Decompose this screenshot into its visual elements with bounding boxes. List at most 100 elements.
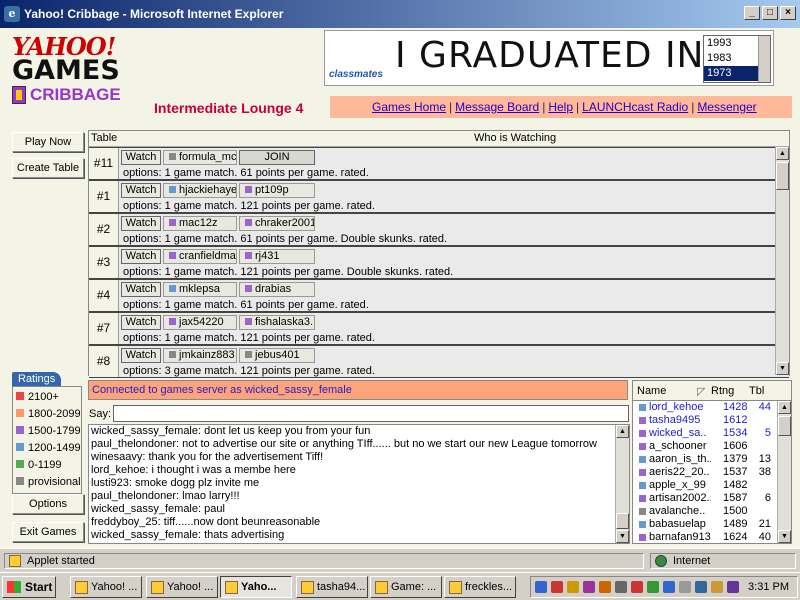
tray-icon[interactable] <box>711 581 723 593</box>
player-row[interactable]: wicked_sa.. 1534 5 <box>633 427 791 440</box>
chat-scrollbar[interactable]: ▲ ▼ <box>615 425 629 543</box>
player-row[interactable]: babasuelap 1489 21 <box>633 518 791 531</box>
table-list-scrollbar[interactable]: ▲ ▼ <box>775 147 789 375</box>
player-row[interactable]: aeris22_20.. 1537 38 <box>633 466 791 479</box>
player-seat[interactable]: jebus401 <box>239 348 315 363</box>
player-row[interactable]: barnafan913 1624 40 <box>633 531 791 543</box>
nav-messenger[interactable]: Messenger <box>697 100 756 114</box>
table-row[interactable]: #7 Watch jax54220 fishalaska3.. options: 1 g… <box>89 312 789 345</box>
player-row[interactable]: avalanche.. 1500 <box>633 505 791 518</box>
rating-color-icon <box>169 218 176 226</box>
window-title-bar[interactable]: e Yahoo! Cribbage - Microsoft Internet E… <box>0 0 800 28</box>
play-now-button[interactable]: Play Now <box>12 132 84 152</box>
watch-button[interactable]: Watch <box>121 150 161 165</box>
scroll-down-arrow-icon[interactable]: ▼ <box>778 530 791 543</box>
player-name: barnafan913 <box>649 531 711 543</box>
tray-icon[interactable] <box>599 581 611 593</box>
create-table-button[interactable]: Create Table <box>12 158 84 178</box>
player-seat[interactable]: chraker2001 <box>239 216 315 231</box>
join-button[interactable]: JOIN <box>239 150 315 165</box>
table-row[interactable]: #4 Watch mklepsa drabias options: 1 game mat… <box>89 279 789 312</box>
lounge-title: Intermediate Lounge 4 <box>154 100 304 116</box>
nav-help[interactable]: Help <box>548 100 573 114</box>
taskbar-button[interactable]: Yahoo! ... <box>146 576 218 598</box>
player-seat[interactable]: jax54220 <box>163 315 237 330</box>
yahoo-games-logo[interactable]: YAHOO! GAMES CRIBBAGE <box>12 32 142 112</box>
player-row[interactable]: lord_kehoe 1428 44 <box>633 401 791 414</box>
player-row[interactable]: aaron_is_th.. 1379 13 <box>633 453 791 466</box>
header-table[interactable]: Tbl <box>749 385 764 397</box>
say-input[interactable] <box>113 405 629 422</box>
nav-message-board[interactable]: Message Board <box>455 100 539 114</box>
tray-icon[interactable] <box>663 581 675 593</box>
graduation-year-list[interactable]: 1993 1983 1973 <box>703 35 771 83</box>
table-row[interactable]: #8 Watch jmkainz883 jebus401 options: 3 game… <box>89 345 789 378</box>
table-row[interactable]: #11 Watch formula_mc JOIN options: 1 game ma… <box>89 147 789 180</box>
start-button[interactable]: Start <box>2 576 56 598</box>
player-rating: 1482 <box>723 479 748 491</box>
scroll-up-arrow-icon[interactable]: ▲ <box>616 425 629 438</box>
classmates-banner-ad[interactable]: classmates I GRADUATED IN: 1993 1983 197… <box>324 30 774 86</box>
year-list-scrollbar[interactable] <box>758 36 770 82</box>
player-list-scrollbar[interactable]: ▲ ▼ <box>777 401 791 543</box>
tray-icon[interactable] <box>727 581 739 593</box>
player-seat[interactable]: mac12z <box>163 216 237 231</box>
table-row[interactable]: #1 Watch hjackiehayes pt109p options: 1 game… <box>89 180 789 213</box>
player-seat[interactable]: rj431 <box>239 249 315 264</box>
table-row[interactable]: #3 Watch cranfieldma.. rj431 options: 1 game… <box>89 246 789 279</box>
scroll-thumb[interactable] <box>776 162 789 190</box>
minimize-button[interactable]: _ <box>744 6 760 20</box>
player-seat[interactable]: hjackiehayes <box>163 183 237 198</box>
scroll-up-arrow-icon[interactable]: ▲ <box>778 401 791 414</box>
speaker-icon[interactable] <box>615 581 627 593</box>
player-seat[interactable]: formula_mc <box>163 150 237 165</box>
player-seat[interactable]: cranfieldma.. <box>163 249 237 264</box>
taskbar-button[interactable]: freckles... <box>444 576 516 598</box>
nav-launchcast-radio[interactable]: LAUNCHcast Radio <box>582 100 688 114</box>
tray-icon[interactable] <box>695 581 707 593</box>
exit-games-button[interactable]: Exit Games <box>12 522 84 542</box>
tray-icon[interactable] <box>535 581 547 593</box>
close-button[interactable]: × <box>780 6 796 20</box>
scroll-down-arrow-icon[interactable]: ▼ <box>776 362 789 375</box>
player-row[interactable]: a_schooner 1606 <box>633 440 791 453</box>
maximize-button[interactable]: □ <box>762 6 778 20</box>
taskbar-button[interactable]: Yaho... <box>220 576 292 598</box>
watch-button[interactable]: Watch <box>121 183 161 198</box>
taskbar-button[interactable]: Yahoo! ... <box>70 576 142 598</box>
watch-button[interactable]: Watch <box>121 216 161 231</box>
tray-icon[interactable] <box>631 581 643 593</box>
scroll-down-arrow-icon[interactable]: ▼ <box>616 530 629 543</box>
player-seat[interactable]: pt109p <box>239 183 315 198</box>
player-seat[interactable]: jmkainz883 <box>163 348 237 363</box>
rating-swatch-icon <box>16 443 24 452</box>
scroll-thumb[interactable] <box>616 513 629 529</box>
header-name[interactable]: Name <box>637 385 666 397</box>
chat-log[interactable]: wicked_sassy_female: dont let us keep yo… <box>88 424 630 544</box>
watch-button[interactable]: Watch <box>121 249 161 264</box>
watch-button[interactable]: Watch <box>121 348 161 363</box>
scroll-thumb[interactable] <box>778 416 791 436</box>
table-row[interactable]: #2 Watch mac12z chraker2001 options: 1 game … <box>89 213 789 246</box>
player-row[interactable]: tasha9495 1612 <box>633 414 791 427</box>
watch-button[interactable]: Watch <box>121 315 161 330</box>
tray-icon[interactable] <box>679 581 691 593</box>
tray-icon[interactable] <box>583 581 595 593</box>
player-seat[interactable]: drabias <box>239 282 315 297</box>
tray-icon[interactable] <box>567 581 579 593</box>
taskbar-button[interactable]: tasha94... <box>296 576 368 598</box>
taskbar-button[interactable]: Game: ... <box>370 576 442 598</box>
scroll-up-arrow-icon[interactable]: ▲ <box>776 147 789 160</box>
player-row[interactable]: artisan2002.. 1587 6 <box>633 492 791 505</box>
options-button[interactable]: Options <box>12 494 84 514</box>
player-seat[interactable]: fishalaska3.. <box>239 315 315 330</box>
header-rating[interactable]: Rtng <box>711 385 734 397</box>
watch-button[interactable]: Watch <box>121 282 161 297</box>
player-name: artisan2002.. <box>649 492 711 504</box>
nav-games-home[interactable]: Games Home <box>372 100 446 114</box>
player-seat[interactable]: mklepsa <box>163 282 237 297</box>
tray-icon[interactable] <box>647 581 659 593</box>
clock[interactable]: 3:31 PM <box>748 581 789 593</box>
tray-icon[interactable] <box>551 581 563 593</box>
player-row[interactable]: apple_x_99 1482 <box>633 479 791 492</box>
